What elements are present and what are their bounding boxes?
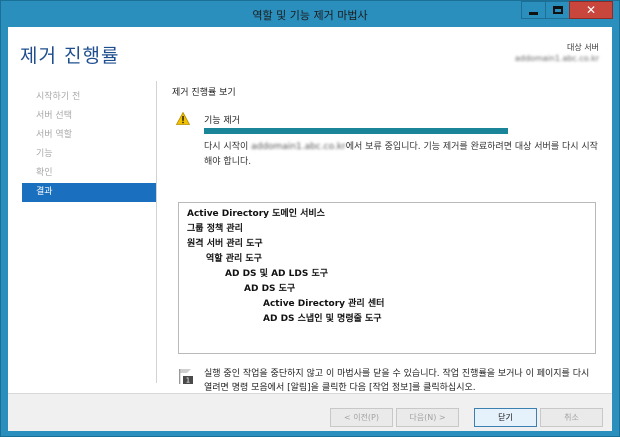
progress-bar bbox=[204, 128, 508, 134]
wizard-client-area: 제거 진행률 대상 서버 addomain1.abc.co.kr 시작하기 전 … bbox=[8, 27, 612, 431]
feature-item: 원격 서버 관리 도구 bbox=[187, 239, 263, 249]
next-button[interactable]: 다음(N) > bbox=[396, 408, 459, 427]
maximize-icon bbox=[552, 6, 563, 14]
notification-badge: 1 bbox=[186, 377, 190, 385]
feature-item: AD DS 도구 bbox=[244, 284, 296, 294]
wizard-nav: 시작하기 전 서버 선택 서버 역할 기능 확인 결과 bbox=[22, 88, 156, 202]
status-message[interactable]: 다시 시작이 addomain1.abc.co.kr에서 보류 중입니다. 기능… bbox=[204, 140, 602, 170]
title-bar[interactable]: 역할 및 기능 제거 마법사 ✕ bbox=[1, 1, 619, 27]
feature-item: AD DS 스냅인 및 명령줄 도구 bbox=[263, 314, 382, 324]
status-message-server: addomain1.abc.co.kr bbox=[251, 142, 346, 152]
section-title: 제거 진행률 보기 bbox=[172, 88, 236, 98]
info-note-text: 실행 중인 작업을 중단하지 않고 이 마법사를 닫을 수 있습니다. 작업 진… bbox=[204, 369, 590, 393]
close-window-button[interactable]: ✕ bbox=[569, 1, 613, 19]
feature-item: 그룹 정책 관리 bbox=[187, 224, 243, 234]
nav-item-features: 기능 bbox=[36, 149, 53, 159]
results-panel: 제거 진행률 보기 기능 제거 다시 시작이 addomain1.abc.co.… bbox=[172, 85, 602, 393]
nav-item-before-you-begin: 시작하기 전 bbox=[36, 92, 81, 102]
notification-flag-icon: 1 bbox=[179, 369, 193, 385]
nav-divider bbox=[156, 81, 157, 383]
destination-server-value: addomain1.abc.co.kr bbox=[514, 54, 599, 63]
progress-bar-fill bbox=[204, 128, 508, 134]
destination-server-label: 대상 서버 bbox=[567, 43, 599, 52]
close-button[interactable]: 닫기 bbox=[474, 408, 537, 427]
previous-button[interactable]: < 이전(P) bbox=[330, 408, 393, 427]
window-controls: ✕ bbox=[521, 1, 613, 19]
wizard-footer: < 이전(P) 다음(N) > 닫기 취소 bbox=[8, 394, 612, 431]
warning-icon bbox=[176, 112, 190, 125]
feature-item: Active Directory 관리 센터 bbox=[263, 299, 385, 309]
page-title: 제거 진행률 bbox=[20, 45, 120, 67]
wizard-window: 역할 및 기능 제거 마법사 ✕ 제거 진행률 대상 서버 addomain1.… bbox=[0, 0, 620, 437]
feature-item: 역할 관리 도구 bbox=[206, 254, 262, 264]
nav-item-results[interactable]: 결과 bbox=[22, 183, 156, 202]
status-message-prefix: 다시 시작이 bbox=[204, 142, 252, 152]
nav-item-confirmation: 확인 bbox=[36, 168, 53, 178]
minimize-button[interactable] bbox=[521, 1, 546, 19]
maximize-button[interactable] bbox=[545, 1, 570, 19]
cancel-button[interactable]: 취소 bbox=[540, 408, 603, 427]
removed-features-list[interactable]: Active Directory 도메인 서비스 그룹 정책 관리 원격 서버 … bbox=[178, 202, 596, 354]
wizard-header: 제거 진행률 대상 서버 addomain1.abc.co.kr bbox=[8, 27, 612, 83]
minimize-icon bbox=[529, 11, 538, 15]
feature-item: AD DS 및 AD LDS 도구 bbox=[225, 269, 329, 279]
nav-item-server-selection: 서버 선택 bbox=[36, 111, 72, 121]
feature-item: Active Directory 도메인 서비스 bbox=[187, 209, 325, 219]
nav-item-server-roles: 서버 역할 bbox=[36, 130, 72, 140]
close-icon: ✕ bbox=[585, 3, 597, 17]
status-label: 기능 제거 bbox=[204, 116, 240, 126]
